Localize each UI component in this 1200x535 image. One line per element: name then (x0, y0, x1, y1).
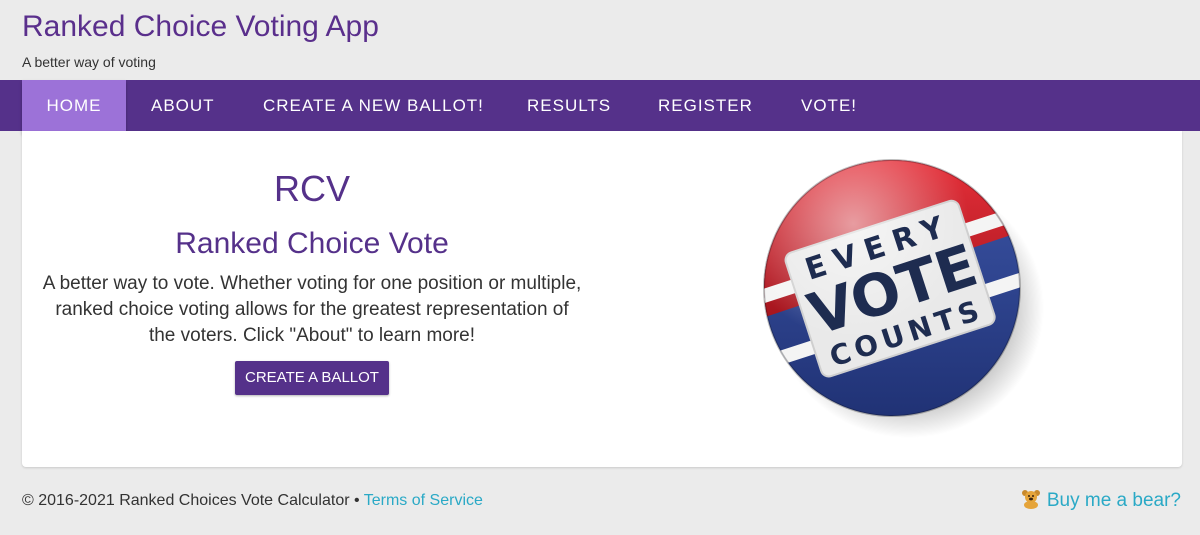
buy-me-a-bear-label: Buy me a bear? (1046, 490, 1181, 511)
bear-icon (1021, 489, 1041, 509)
footer-copyright: © 2016-2021 Ranked Choices Vote Calculat… (22, 492, 364, 509)
nav-item-register[interactable]: REGISTER (658, 80, 753, 131)
terms-of-service-link[interactable]: Terms of Service (364, 492, 483, 509)
create-ballot-button[interactable]: CREATE A BALLOT (235, 361, 389, 395)
hero-card: RCV Ranked Choice Vote A better way to v… (22, 131, 1182, 467)
nav-item-vote[interactable]: VOTE! (801, 80, 857, 131)
site-tagline: A better way of voting (22, 54, 156, 70)
nav-item-results[interactable]: RESULTS (527, 80, 611, 131)
footer: © 2016-2021 Ranked Choices Vote Calculat… (22, 492, 483, 510)
nav-item-about[interactable]: ABOUT (151, 80, 215, 131)
buy-me-a-bear-link[interactable]: Buy me a bear? (1021, 489, 1181, 512)
hero-title: Ranked Choice Vote (175, 227, 449, 260)
hero-description: A better way to vote. Whether voting for… (42, 273, 582, 346)
nav-item-home[interactable]: HOME (22, 80, 126, 133)
site-header: Ranked Choice Voting App A better way of… (22, 8, 379, 70)
main-navbar: HOME ABOUT CREATE A NEW BALLOT! RESULTS … (0, 80, 1200, 133)
site-title: Ranked Choice Voting App (22, 10, 379, 43)
nav-item-create-ballot[interactable]: CREATE A NEW BALLOT! (263, 80, 484, 131)
hero-abbreviation: RCV (273, 168, 350, 209)
every-vote-counts-badge-image: EVERY VOTE COUNTS (747, 153, 1047, 453)
